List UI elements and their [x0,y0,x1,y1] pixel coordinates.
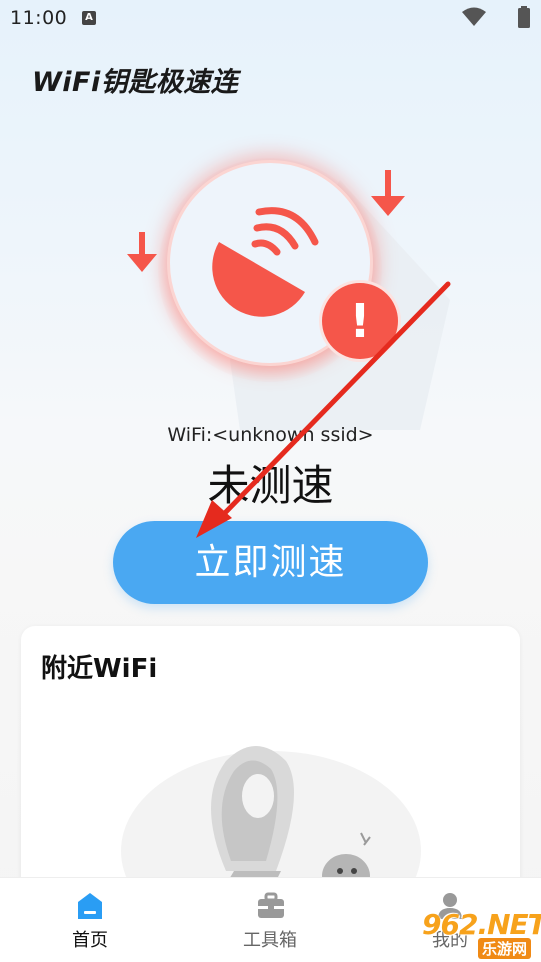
speed-status-text: 未测速 [207,461,334,510]
nearby-wifi-title: 附近WiFi [41,654,158,684]
nav-label-home: 首页 [72,930,108,951]
nav-label-toolbox: 工具箱 [243,930,297,951]
down-arrow-icon [127,232,157,272]
notification-icon: A [82,11,96,25]
nav-item-toolbox[interactable]: 工具箱 [210,878,330,962]
watermark-brand: 962.NET [422,908,541,941]
app-title: WiFi钥匙极速连 [32,67,239,98]
weak-signal-icon [212,207,319,317]
battery-icon [518,6,530,28]
speed-hero-illustration: ! [0,150,541,430]
test-speed-button[interactable]: 立即测速 [113,521,428,604]
watermark-site: 乐游网 [478,938,532,959]
status-time: 11:00 [10,7,68,29]
wifi-ssid-label: WiFi:<unknown ssid> [167,424,374,446]
status-bar: 11:00 A [0,0,541,36]
wifi-signal-icon [462,7,486,26]
home-icon [78,893,102,919]
site-watermark: 962.NET 乐游网 [400,908,541,961]
alert-icon: ! [322,283,398,359]
nav-item-home[interactable]: 首页 [30,878,150,962]
down-arrow-icon [371,170,405,216]
toolbox-icon [258,892,284,918]
